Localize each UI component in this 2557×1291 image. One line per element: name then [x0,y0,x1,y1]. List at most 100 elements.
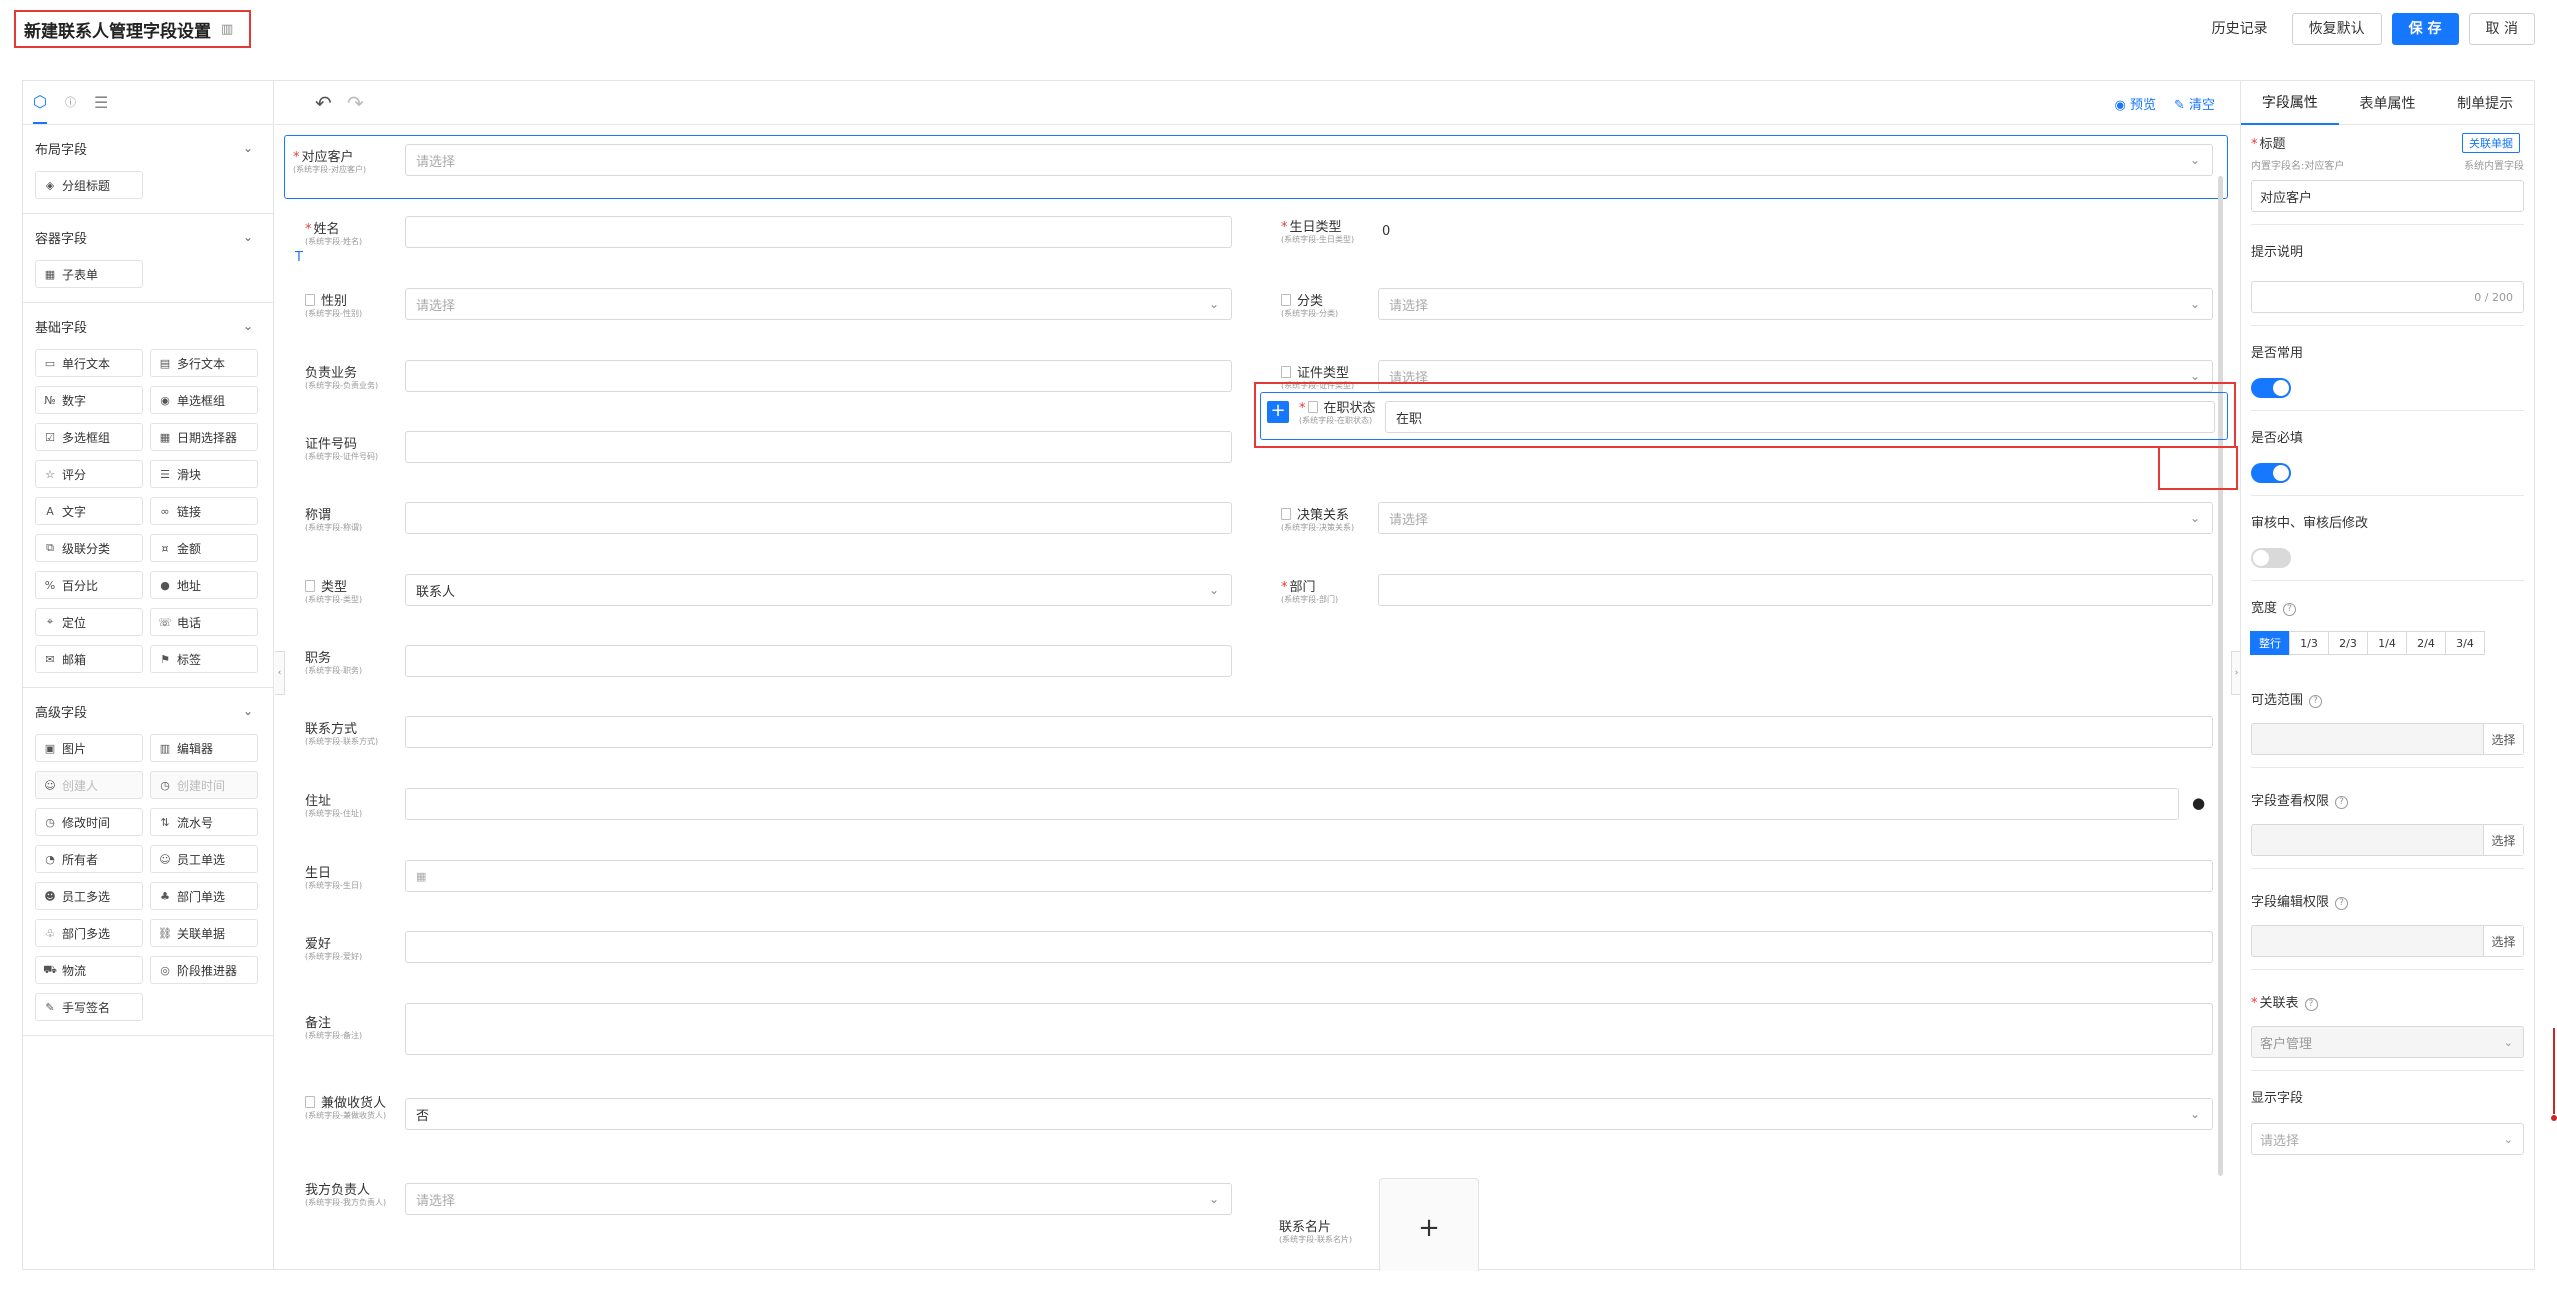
title-input[interactable] [405,502,1232,534]
outline-tab-icon[interactable]: ☰ [94,80,108,124]
width-option-full[interactable]: 整行 [2250,631,2290,655]
add-field-icon[interactable]: + [1267,401,1289,423]
collapse-left-icon[interactable]: ‹ [275,651,285,695]
common-toggle[interactable] [2251,378,2291,398]
field-item[interactable]: ▤ 多行文本 [150,349,258,377]
field-item[interactable]: ☆ 评分 [35,460,143,488]
chevron-down-icon[interactable]: ⌄ [243,319,253,333]
chevron-down-icon[interactable]: ⌄ [243,230,253,244]
field-item[interactable]: ▦ 日期选择器 [150,423,258,451]
gender-select[interactable]: 请选择 ⌄ [405,288,1232,320]
field-group-header[interactable]: 容器字段 ⌄ [23,214,273,260]
department-input[interactable] [1378,574,2213,606]
range-pick-button[interactable]: 选择 [2483,724,2523,754]
preview-button[interactable]: ◉ 预览 [2114,94,2156,113]
link-table-select[interactable]: 客户管理 ⌄ [2251,1026,2524,1058]
receiver-select[interactable]: 否 ⌄ [405,1098,2213,1130]
field-item[interactable]: ⚑ 标签 [150,645,258,673]
field-group-header[interactable]: 基础字段 ⌄ [23,303,273,349]
redo-icon[interactable]: ↷ [347,91,364,115]
field-group-header[interactable]: 布局字段 ⌄ [23,125,273,171]
field-item[interactable]: ☰ 滑块 [150,460,258,488]
title-input[interactable]: 对应客户 [2251,180,2524,212]
field-item[interactable]: ∞ 链接 [150,497,258,525]
width-option-2-4[interactable]: 2/4 [2406,631,2446,655]
view-perm-pick-button[interactable]: 选择 [2483,825,2523,855]
range-input[interactable]: 选择 [2251,723,2524,755]
display-field-select[interactable]: 请选择 ⌄ [2251,1123,2524,1155]
clear-button[interactable]: ✎ 清空 [2174,94,2215,113]
category-select[interactable]: 请选择 ⌄ [1378,288,2213,320]
id-number-input[interactable] [405,431,1232,463]
width-option-1-3[interactable]: 1/3 [2289,631,2329,655]
address-input[interactable] [405,788,2179,820]
owner-select[interactable]: 请选择 ⌄ [405,1183,1232,1215]
edit-perm-pick-button[interactable]: 选择 [2483,926,2523,956]
question-icon[interactable]: ? [2283,603,2297,616]
field-item[interactable]: ▣ 图片 [35,734,143,762]
field-item[interactable]: ☑ 多选框组 [35,423,143,451]
field-item[interactable]: ◉ 单选框组 [150,386,258,414]
hint-input[interactable]: 0 / 200 [2251,281,2524,313]
field-item[interactable]: ☺ 员工单选 [150,845,258,873]
hobby-input[interactable] [405,931,2213,963]
field-item[interactable]: ◈ 分组标题 [35,171,143,199]
remark-textarea[interactable] [405,1003,2213,1055]
width-option-2-3[interactable]: 2/3 [2328,631,2368,655]
required-toggle[interactable] [2251,463,2291,483]
field-item[interactable]: % 百分比 [35,571,143,599]
tab-form-hint[interactable]: 制单提示 [2436,81,2534,125]
link-doc-button[interactable]: 关联单据 [2462,133,2520,153]
field-item[interactable]: ☏ 电话 [150,608,258,636]
question-icon[interactable]: ? [2335,897,2349,910]
audit-toggle[interactable] [2251,548,2291,568]
field-item[interactable]: ▭ 单行文本 [35,349,143,377]
chevron-down-icon[interactable]: ⌄ [243,141,253,155]
field-item[interactable]: ◷ 修改时间 [35,808,143,836]
field-item[interactable]: ⛟ 物流 [35,956,143,984]
edit-perm-input[interactable]: 选择 [2251,925,2524,957]
width-option-3-4[interactable]: 3/4 [2445,631,2485,655]
restore-default-button[interactable]: 恢复默认 [2291,13,2382,45]
field-item[interactable]: ▦ 子表单 [35,260,143,288]
layout-icon[interactable]: ▥ [221,22,233,37]
save-button[interactable]: 保 存 [2391,13,2459,45]
field-group-header[interactable]: 高级字段 ⌄ [23,688,273,734]
chevron-down-icon[interactable]: ⌄ [243,704,253,718]
field-item[interactable]: № 数字 [35,386,143,414]
name-input[interactable] [405,216,1232,248]
history-button[interactable]: 历史记录 [2198,13,2282,45]
selected-field-job-status[interactable]: + * 在职状态 (系统字段-在职状态) 在职 [1260,392,2228,440]
width-option-1-4[interactable]: 1/4 [2367,631,2407,655]
tab-field-properties[interactable]: 字段属性 [2241,81,2339,125]
decision-select[interactable]: 请选择 ⌄ [1378,502,2213,534]
contact-input[interactable] [405,716,2213,748]
field-item[interactable]: ⇅ 流水号 [150,808,258,836]
tab-form-properties[interactable]: 表单属性 [2339,81,2437,125]
components-tab-icon[interactable]: ⬡ [33,80,47,124]
field-item[interactable]: ⛓ 关联单据 [150,919,258,947]
field-item[interactable]: ⌖ 定位 [35,608,143,636]
field-item[interactable]: ✎ 手写签名 [35,993,143,1021]
type-select[interactable]: 联系人 ⌄ [405,574,1232,606]
help-icon[interactable]: ⓘ [65,80,76,124]
customer-select[interactable]: 请选择 ⌄ [405,144,2213,176]
field-item[interactable]: ● 地址 [150,571,258,599]
business-input[interactable] [405,360,1232,392]
question-icon[interactable]: ? [2304,998,2318,1011]
card-upload-button[interactable]: + [1379,1178,1479,1271]
question-icon[interactable]: ? [2335,796,2349,809]
position-input[interactable] [405,645,1232,677]
location-pin-icon[interactable]: ● [2192,794,2205,812]
canvas-scrollbar[interactable] [2218,176,2223,1176]
field-item[interactable]: ¤ 金额 [150,534,258,562]
field-item[interactable]: A 文字 [35,497,143,525]
field-item[interactable]: ♣ 部门单选 [150,882,258,910]
field-item[interactable]: ◔ 所有者 [35,845,143,873]
birthday-date-input[interactable]: ▦ [405,860,2213,892]
question-icon[interactable]: ? [2309,695,2323,708]
field-item[interactable]: ⧉ 级联分类 [35,534,143,562]
cancel-button[interactable]: 取 消 [2468,13,2535,45]
field-item[interactable]: ◎ 阶段推进器 [150,956,258,984]
field-item[interactable]: ✉ 邮箱 [35,645,143,673]
